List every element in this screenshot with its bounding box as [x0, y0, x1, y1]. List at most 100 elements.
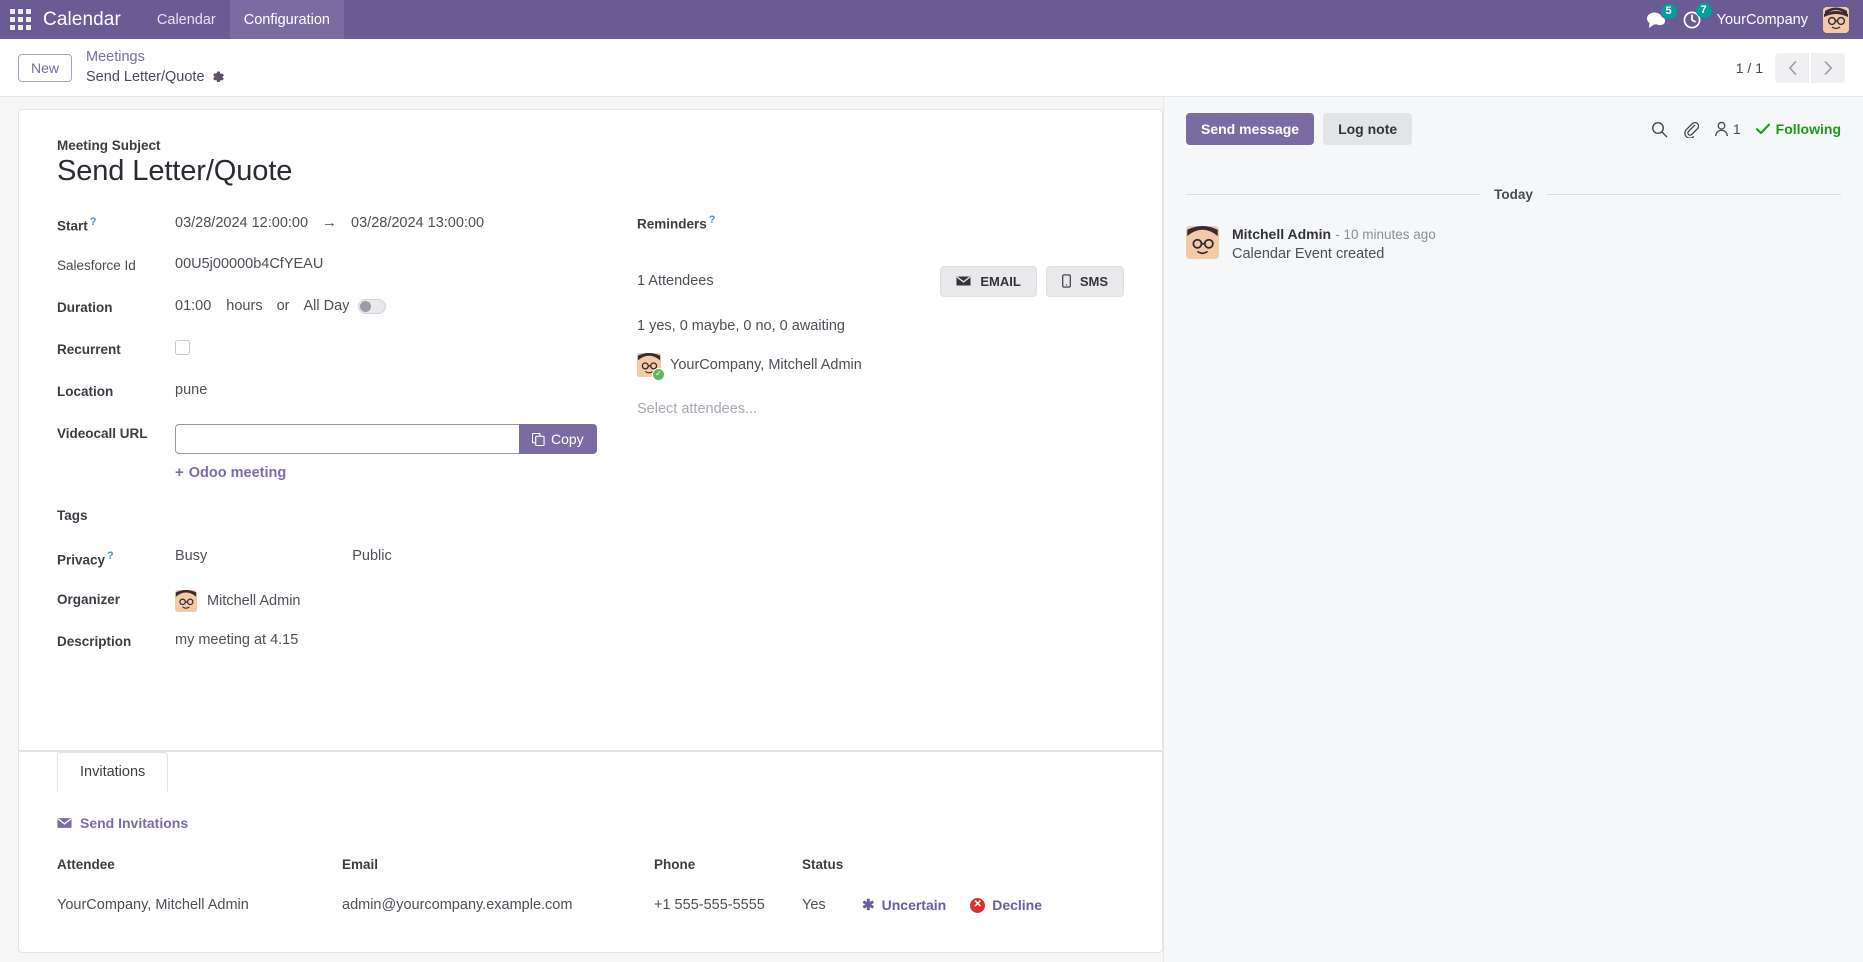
- nav-menu-calendar[interactable]: Calendar: [143, 0, 230, 39]
- table-header-row: Attendee Email Phone Status: [57, 851, 1124, 888]
- copy-icon: [532, 432, 545, 446]
- send-invitations-label: Send Invitations: [80, 815, 189, 831]
- chatter-tools: 1 Following: [1651, 121, 1841, 138]
- organizer-avatar: [175, 590, 197, 612]
- duration-label: Duration: [57, 300, 113, 315]
- cell-email[interactable]: admin@yourcompany.example.com: [342, 888, 654, 922]
- attendee-name: YourCompany, Mitchell Admin: [670, 356, 862, 373]
- duration-unit-label: hours: [226, 298, 263, 314]
- following-button[interactable]: Following: [1755, 121, 1841, 137]
- messages-count-badge: 5: [1660, 3, 1677, 19]
- arrow-icon: →: [322, 214, 338, 231]
- uncertain-label: Uncertain: [881, 897, 947, 913]
- gear-icon[interactable]: [212, 71, 225, 84]
- duration-input[interactable]: 01:00: [175, 298, 211, 314]
- send-invitations-button[interactable]: Send Invitations: [57, 815, 188, 831]
- tab-invitations[interactable]: Invitations: [57, 752, 169, 792]
- control-panel: New Meetings Send Letter/Quote 1 / 1: [0, 39, 1863, 97]
- pager-next-button[interactable]: [1811, 52, 1845, 83]
- attendee-list-item[interactable]: ✓ YourCompany, Mitchell Admin: [637, 352, 1124, 381]
- notebook-tabs: Invitations: [19, 751, 1162, 792]
- attendee-status-summary: 1 yes, 0 maybe, 0 no, 0 awaiting: [637, 317, 845, 334]
- recurrent-value-group: [175, 340, 190, 355]
- check-circle-icon: ✓: [652, 367, 665, 381]
- new-button[interactable]: New: [18, 53, 73, 82]
- field-row-recurrent: Recurrent: [57, 340, 627, 362]
- envelope-icon: [57, 817, 72, 829]
- email-button-label: EMAIL: [980, 273, 1021, 289]
- cell-attendee: YourCompany, Mitchell Admin: [57, 897, 249, 913]
- tags-label: Tags: [57, 508, 88, 523]
- organizer-label: Organizer: [57, 592, 121, 607]
- pager: 1 / 1: [1735, 52, 1845, 83]
- pager-count: 1 / 1: [1735, 59, 1763, 76]
- description-label: Description: [57, 634, 132, 649]
- paperclip-icon[interactable]: [1683, 121, 1699, 138]
- invitations-table: Attendee Email Phone Status YourCompany,…: [57, 851, 1124, 922]
- table-row[interactable]: YourCompany, Mitchell Admin admin@yourco…: [57, 888, 1124, 922]
- description-input[interactable]: my meeting at 4.15: [175, 632, 298, 648]
- attendee-action-buttons: EMAIL SMS: [940, 265, 1124, 297]
- nav-menu-configuration[interactable]: Configuration: [229, 0, 344, 39]
- field-row-odoo-meeting: + Odoo meeting: [57, 464, 627, 486]
- cell-phone[interactable]: +1 555-555-5555: [654, 888, 802, 922]
- main-body: Meeting Subject Send Letter/Quote Start?…: [0, 97, 1863, 962]
- help-icon[interactable]: ?: [709, 214, 716, 226]
- chatter-toolbar: Send message Log note 1 Following: [1186, 113, 1841, 145]
- attendee-avatar: ✓: [637, 352, 665, 381]
- navbar-right-group: 5 7 YourCompany: [1646, 2, 1849, 33]
- mobile-icon: [1061, 274, 1071, 288]
- organizer-value-group[interactable]: Mitchell Admin: [175, 590, 300, 612]
- messages-button[interactable]: 5: [1646, 3, 1677, 29]
- field-row-location: Location pune: [57, 382, 627, 404]
- location-input[interactable]: pune: [175, 382, 207, 398]
- user-company-name[interactable]: YourCompany: [1717, 12, 1808, 28]
- page-title[interactable]: Send Letter/Quote: [57, 155, 1124, 188]
- start-input[interactable]: 03/28/2024 12:00:00: [175, 215, 308, 231]
- privacy-label: Privacy?: [57, 550, 114, 568]
- search-icon[interactable]: [1651, 121, 1668, 138]
- all-day-label: All Day: [303, 298, 350, 314]
- user-icon: [1714, 121, 1729, 137]
- message-author-avatar: [1186, 226, 1219, 259]
- top-navbar: Calendar Calendar Configuration 5 7 Your…: [0, 0, 1863, 39]
- sms-button[interactable]: SMS: [1045, 265, 1124, 297]
- copy-button[interactable]: Copy: [519, 424, 597, 454]
- followers-button[interactable]: 1: [1714, 121, 1741, 137]
- column-header-email: Email: [342, 857, 379, 872]
- uncertain-button[interactable]: ✱ Uncertain: [862, 896, 946, 914]
- field-row-duration: Duration 01:00 hours or All Day: [57, 298, 627, 320]
- message-author[interactable]: Mitchell Admin: [1232, 226, 1331, 242]
- salesforce-id-value[interactable]: 00U5j00000b4CfYEAU: [175, 256, 323, 272]
- pager-previous-button[interactable]: [1775, 52, 1809, 83]
- send-message-button[interactable]: Send message: [1186, 113, 1315, 145]
- plus-icon: +: [175, 464, 184, 481]
- form-sheet: Meeting Subject Send Letter/Quote Start?…: [18, 109, 1163, 953]
- help-icon[interactable]: ?: [90, 216, 97, 228]
- attendees-count: 1 Attendees: [637, 273, 714, 289]
- email-button[interactable]: EMAIL: [940, 265, 1037, 297]
- stop-input[interactable]: 03/28/2024 13:00:00: [351, 215, 484, 231]
- all-day-toggle[interactable]: [358, 298, 387, 314]
- attendees-header: 1 Attendees EMAIL SMS: [637, 265, 1124, 297]
- message-body: Calendar Event created: [1232, 246, 1385, 262]
- decline-button[interactable]: ✕ Decline: [970, 897, 1042, 913]
- videocall-url-input[interactable]: [175, 424, 520, 454]
- column-header-phone: Phone: [654, 857, 696, 872]
- add-odoo-meeting-button[interactable]: + Odoo meeting: [175, 464, 286, 481]
- log-note-button[interactable]: Log note: [1323, 113, 1413, 145]
- breadcrumb-current-label: Send Letter/Quote: [86, 68, 205, 85]
- field-row-organizer: Organizer Mitchell Admin: [57, 590, 627, 612]
- meeting-subject-label: Meeting Subject: [57, 138, 161, 153]
- help-icon[interactable]: ?: [107, 550, 114, 562]
- avatar[interactable]: [1823, 6, 1849, 33]
- start-value-group: 03/28/2024 12:00:00 → 03/28/2024 13:00:0…: [175, 214, 484, 231]
- select-attendees-input[interactable]: Select attendees...: [637, 401, 1124, 417]
- app-brand-name[interactable]: Calendar: [43, 9, 121, 31]
- privacy-visibility-select[interactable]: Public: [352, 548, 392, 564]
- activities-button[interactable]: 7: [1682, 2, 1712, 30]
- privacy-show-as-select[interactable]: Busy: [175, 548, 207, 564]
- breadcrumb-parent[interactable]: Meetings: [86, 48, 225, 68]
- recurrent-checkbox[interactable]: [175, 340, 190, 355]
- apps-grid-icon[interactable]: [10, 9, 31, 30]
